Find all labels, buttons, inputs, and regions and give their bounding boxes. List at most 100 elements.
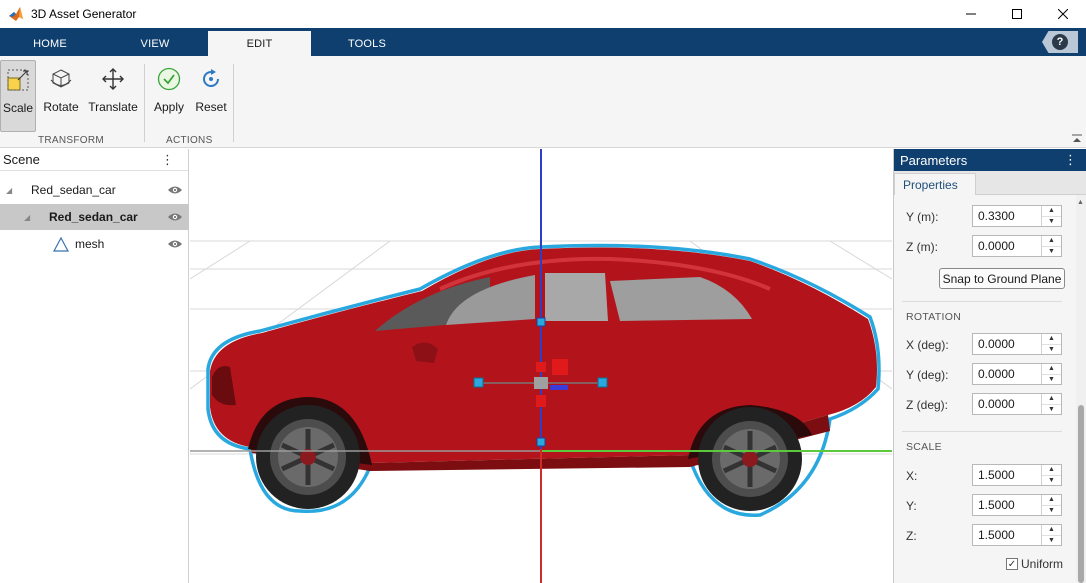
apply-check-icon: [156, 66, 182, 92]
scale-z-spinner[interactable]: 1.5000 ▲ ▼: [972, 524, 1062, 546]
scene-menu-icon[interactable]: ⋮: [161, 152, 174, 168]
rotation-z-value[interactable]: 0.0000: [973, 397, 1041, 411]
section-divider: [902, 431, 1062, 432]
parameters-panel: Parameters ⋮ Properties Y (m): 0.3300 ▲ ▼…: [893, 149, 1086, 583]
scroll-up-icon[interactable]: ▲: [1077, 199, 1084, 206]
rotation-z-spinner[interactable]: 0.0000 ▲ ▼: [972, 393, 1062, 415]
spinner-up-icon[interactable]: ▲: [1042, 465, 1061, 476]
parameters-menu-icon[interactable]: ⋮: [1064, 152, 1077, 168]
tab-tools[interactable]: TOOLS: [317, 31, 417, 56]
rotation-section-title: ROTATION: [906, 311, 962, 323]
position-z-spinner[interactable]: 0.0000 ▲ ▼: [972, 235, 1062, 257]
tree-item-root[interactable]: ◢ Red_sedan_car: [0, 177, 189, 203]
tree-item-label: Red_sedan_car: [49, 210, 138, 224]
scene-header: Scene ⋮: [0, 149, 188, 171]
tab-home[interactable]: HOME: [0, 31, 100, 56]
reset-button[interactable]: Reset: [192, 60, 230, 132]
scale-button[interactable]: Scale: [0, 60, 36, 132]
spinner-down-icon[interactable]: ▼: [1042, 345, 1061, 355]
uniform-checkbox[interactable]: ✓ Uniform: [1006, 557, 1063, 571]
rotation-x-spinner[interactable]: 0.0000 ▲ ▼: [972, 333, 1062, 355]
maximize-icon: [1012, 9, 1022, 19]
section-divider: [233, 64, 234, 142]
minimize-button[interactable]: [948, 0, 994, 28]
rotation-z-label: Z (deg):: [906, 398, 949, 412]
spinner-up-icon[interactable]: ▲: [1042, 495, 1061, 506]
scale-y-value[interactable]: 1.5000: [973, 498, 1041, 512]
visibility-eye-icon[interactable]: [167, 212, 183, 222]
parameters-header: Parameters ⋮: [894, 149, 1086, 171]
tab-properties[interactable]: Properties: [894, 173, 976, 195]
tab-view[interactable]: VIEW: [105, 31, 205, 56]
rotate-icon: [48, 66, 74, 92]
collapse-toolstrip-icon[interactable]: [1072, 134, 1082, 144]
spinner-up-icon[interactable]: ▲: [1042, 394, 1061, 405]
scale-y-label: Y:: [906, 499, 917, 513]
close-icon: [1058, 9, 1068, 19]
reset-label: Reset: [195, 100, 227, 114]
spinner-up-icon[interactable]: ▲: [1042, 334, 1061, 345]
spinner-down-icon[interactable]: ▼: [1042, 476, 1061, 486]
spinner-up-icon[interactable]: ▲: [1042, 206, 1061, 217]
toolstrip: Scale Rotate Translate TRANSFORM Apply R…: [0, 56, 1086, 148]
tree-item-object[interactable]: ◢ Red_sedan_car: [0, 204, 189, 230]
rotate-button[interactable]: Rotate: [40, 60, 82, 132]
scale-z-value[interactable]: 1.5000: [973, 528, 1041, 542]
spinner-up-icon[interactable]: ▲: [1042, 364, 1061, 375]
spinner-up-icon[interactable]: ▲: [1042, 525, 1061, 536]
position-y-value[interactable]: 0.3300: [973, 209, 1041, 223]
position-y-spinner[interactable]: 0.3300 ▲ ▼: [972, 205, 1062, 227]
translate-label: Translate: [88, 100, 138, 114]
position-z-value[interactable]: 0.0000: [973, 239, 1041, 253]
scene-title: Scene: [3, 152, 40, 167]
ribbon-tab-strip: HOME VIEW EDIT TOOLS ?: [0, 28, 1086, 56]
maximize-button[interactable]: [994, 0, 1040, 28]
collapse-caret-icon[interactable]: ◢: [6, 186, 12, 195]
viewport-canvas[interactable]: [190, 149, 892, 583]
section-divider: [144, 64, 145, 142]
scale-y-spinner[interactable]: 1.5000 ▲ ▼: [972, 494, 1062, 516]
collapse-caret-icon[interactable]: ◢: [24, 213, 30, 222]
translate-icon: [100, 66, 126, 92]
minimize-icon: [966, 13, 976, 15]
checkbox-checked-icon[interactable]: ✓: [1006, 558, 1018, 570]
window-title: 3D Asset Generator: [31, 7, 137, 21]
scene-panel: Scene ⋮ ◢ Red_sedan_car ◢ Red_sedan_car …: [0, 149, 189, 583]
scale-x-value[interactable]: 1.5000: [973, 468, 1041, 482]
spinner-down-icon[interactable]: ▼: [1042, 217, 1061, 227]
3d-viewport[interactable]: [190, 149, 892, 583]
close-button[interactable]: [1040, 0, 1086, 28]
visibility-eye-icon[interactable]: [167, 185, 183, 195]
spinner-down-icon[interactable]: ▼: [1042, 506, 1061, 516]
scrollbar-thumb[interactable]: [1078, 405, 1084, 583]
scale-x-spinner[interactable]: 1.5000 ▲ ▼: [972, 464, 1062, 486]
matlab-logo-icon: [9, 7, 23, 21]
scale-section-title: SCALE: [906, 441, 942, 453]
spinner-down-icon[interactable]: ▼: [1042, 375, 1061, 385]
parameters-scrollbar[interactable]: ▲: [1076, 195, 1086, 583]
rotation-y-spinner[interactable]: 0.0000 ▲ ▼: [972, 363, 1062, 385]
spinner-down-icon[interactable]: ▼: [1042, 536, 1061, 546]
uniform-label: Uniform: [1021, 557, 1064, 571]
apply-button[interactable]: Apply: [150, 60, 188, 132]
tree-item-label: mesh: [75, 237, 105, 251]
scale-icon: [5, 67, 31, 93]
spinner-down-icon[interactable]: ▼: [1042, 405, 1061, 415]
spinner-up-icon[interactable]: ▲: [1042, 236, 1061, 247]
rear-wheel: [256, 405, 360, 509]
parameters-tab-bar: Properties: [894, 171, 1086, 195]
rotation-x-value[interactable]: 0.0000: [973, 337, 1041, 351]
visibility-eye-icon[interactable]: [167, 239, 183, 249]
mesh-triangle-icon: [53, 237, 69, 252]
reset-icon: [198, 66, 224, 92]
tree-item-mesh[interactable]: mesh: [0, 231, 189, 257]
tab-edit[interactable]: EDIT: [208, 31, 311, 56]
help-button[interactable]: ?: [1042, 31, 1078, 53]
apply-label: Apply: [153, 100, 185, 114]
title-bar: 3D Asset Generator: [0, 0, 1086, 28]
spinner-down-icon[interactable]: ▼: [1042, 247, 1061, 257]
translate-button[interactable]: Translate: [86, 60, 140, 132]
snap-to-ground-button[interactable]: Snap to Ground Plane: [939, 268, 1065, 289]
position-y-label: Y (m):: [906, 210, 939, 224]
rotation-y-value[interactable]: 0.0000: [973, 367, 1041, 381]
